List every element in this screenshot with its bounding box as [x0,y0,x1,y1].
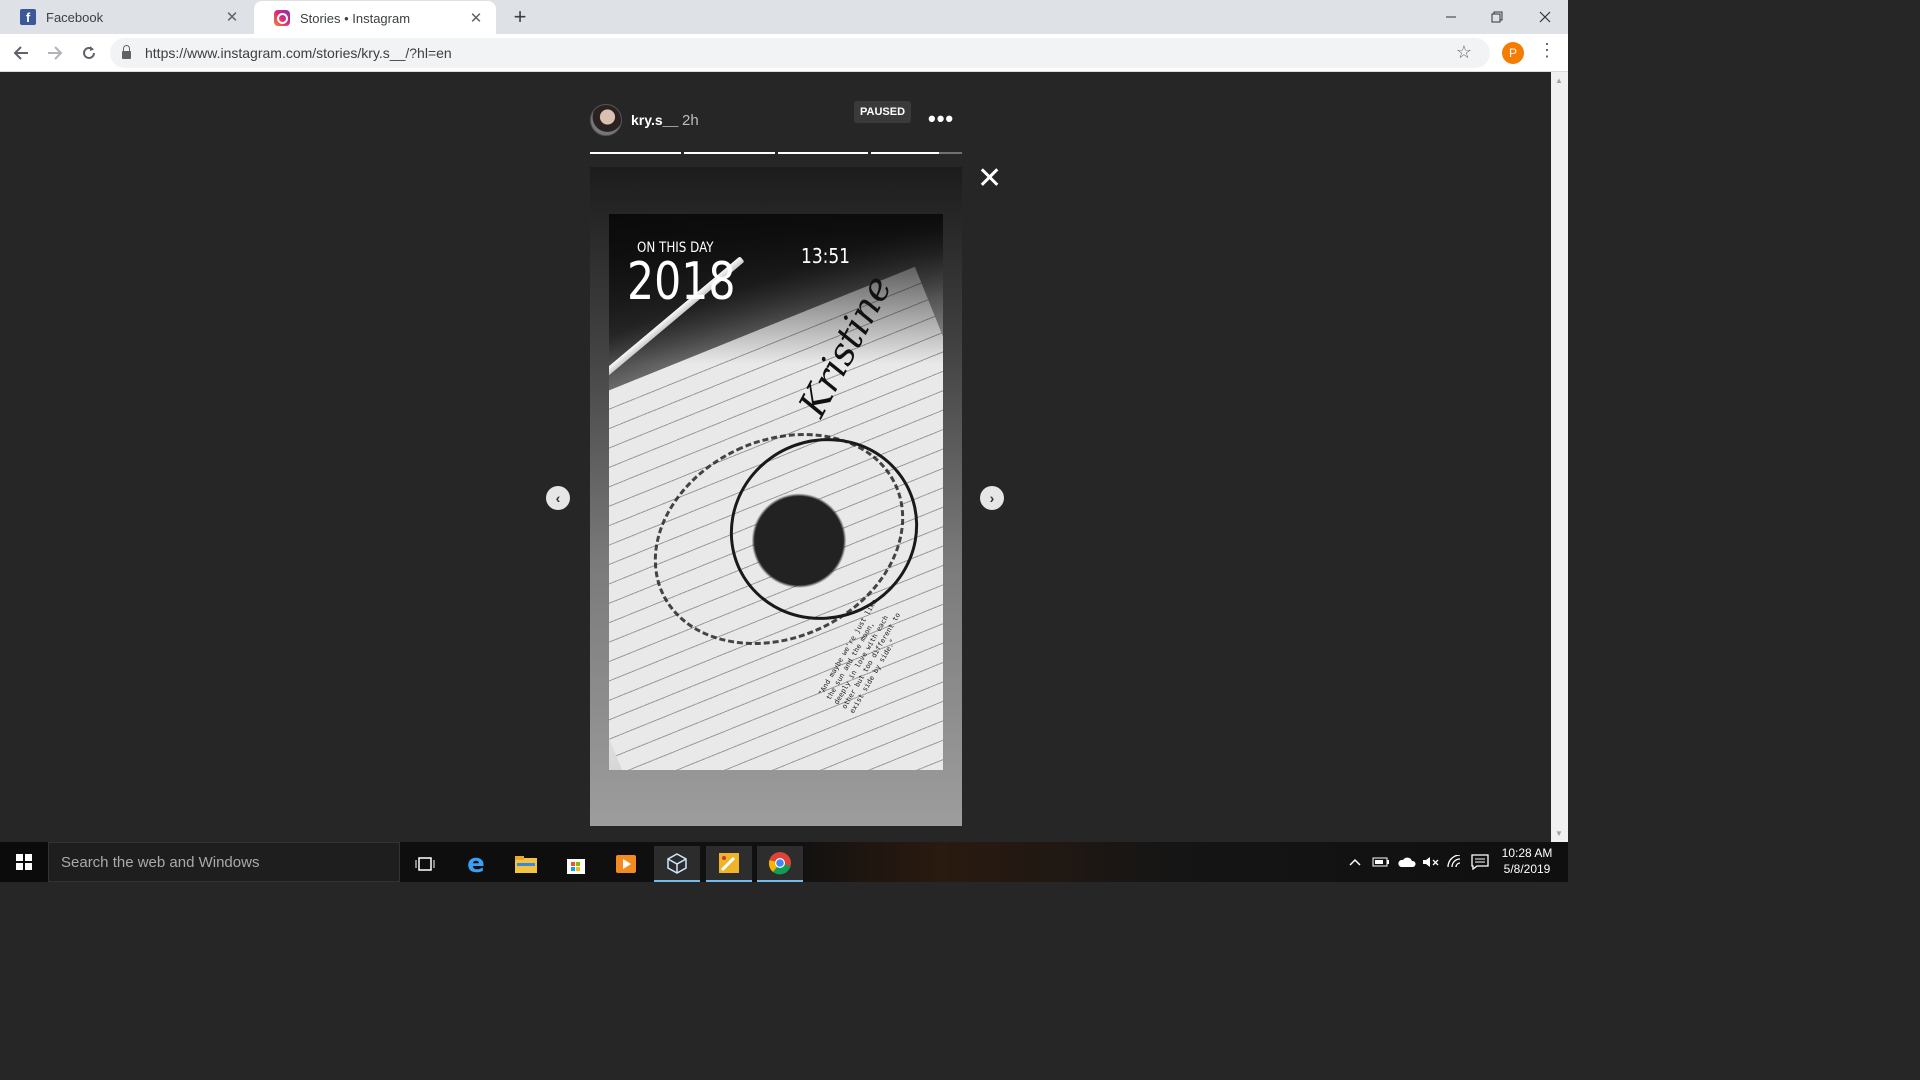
chrome-icon[interactable] [757,846,803,882]
bookmark-star-icon[interactable]: ☆ [1456,42,1472,63]
edge-browser-icon[interactable]: e [453,846,499,882]
start-button[interactable] [0,842,48,882]
on-this-day-year: 2018 [627,252,736,312]
progress-segment [590,152,681,154]
wifi-icon[interactable] [1447,842,1465,882]
profile-avatar[interactable]: P [1502,42,1524,64]
url-text: https://www.instagram.com/stories/kry.s_… [145,45,452,61]
media-player-icon[interactable] [603,846,649,882]
battery-icon[interactable] [1372,842,1390,882]
lock-icon[interactable] [122,45,131,59]
tab-close-icon[interactable]: ✕ [468,9,484,27]
address-bar[interactable]: https://www.instagram.com/stories/kry.s_… [110,38,1490,68]
browser-toolbar: https://www.instagram.com/stories/kry.s_… [0,34,1568,72]
instagram-icon [274,10,290,26]
browser-menu-icon[interactable]: ⋮ [1538,40,1556,61]
progress-segment [777,152,869,154]
tab-title: Stories • Instagram [300,10,411,26]
taskbar-clock[interactable]: 10:28 AM 5/8/2019 [1496,845,1558,877]
task-view-icon[interactable] [402,846,448,882]
progress-segment [683,152,775,154]
paused-badge: PAUSED [854,101,912,123]
tab-close-icon[interactable]: ✕ [224,8,240,26]
tab-title: Facebook [46,9,104,25]
stories-page: kry.s__ 2h PAUSED ••• Kristine "And mayb… [0,72,1551,842]
minimize-window-icon[interactable] [1428,0,1474,34]
previous-story-arrow-icon[interactable]: ‹ [546,486,570,510]
volume-muted-icon[interactable] [1421,842,1441,882]
next-story-arrow-icon[interactable]: › [980,486,1004,510]
scroll-up-icon[interactable]: ▲ [1555,76,1563,85]
clock-time: 10:28 AM [1501,846,1553,860]
story-header: kry.s__ 2h PAUSED ••• [590,101,962,142]
progress-segment [871,152,962,154]
story-photo: Kristine "And maybe we're just like the … [609,214,943,770]
onedrive-cloud-icon[interactable] [1397,842,1417,882]
tab-instagram-stories[interactable]: Stories • Instagram ✕ [254,1,496,35]
story-progress-bar [590,152,962,154]
story-timestamp: 2h [682,112,699,129]
browser-tab-strip: f Facebook ✕ Stories • Instagram ✕ + [0,0,1568,35]
windows-taskbar: Search the web and Windows e 10:28 AM 5/… [0,842,1568,882]
taskbar-search-box[interactable]: Search the web and Windows [48,842,400,882]
more-options-icon[interactable]: ••• [928,106,954,132]
close-window-icon[interactable] [1522,0,1568,34]
forward-arrow-icon[interactable] [42,40,68,66]
facebook-icon: f [20,9,36,25]
show-hidden-icons-chevron-icon[interactable] [1348,842,1362,882]
action-center-icon[interactable] [1471,842,1489,882]
story-author-avatar[interactable] [590,104,622,136]
reload-icon[interactable] [76,40,102,66]
paint-app-icon[interactable] [706,846,752,882]
page-scrollbar[interactable]: ▲ ▼ [1551,72,1568,842]
file-explorer-icon[interactable] [503,846,549,882]
3d-builder-icon[interactable] [654,846,700,882]
scroll-down-icon[interactable]: ▼ [1555,829,1563,838]
windows-logo-icon [16,854,32,870]
back-arrow-icon[interactable] [8,40,34,66]
story-media-frame[interactable]: Kristine "And maybe we're just like the … [590,167,962,826]
clock-date: 5/8/2019 [1503,862,1551,876]
restore-window-icon[interactable] [1474,0,1520,34]
story-username[interactable]: kry.s__ [631,112,678,128]
new-tab-button[interactable]: + [508,4,532,30]
close-story-icon[interactable]: ✕ [977,164,1002,194]
store-icon[interactable] [553,846,599,882]
story-time-sticker: 13:51 [801,244,850,268]
tab-facebook[interactable]: f Facebook ✕ [0,0,252,34]
